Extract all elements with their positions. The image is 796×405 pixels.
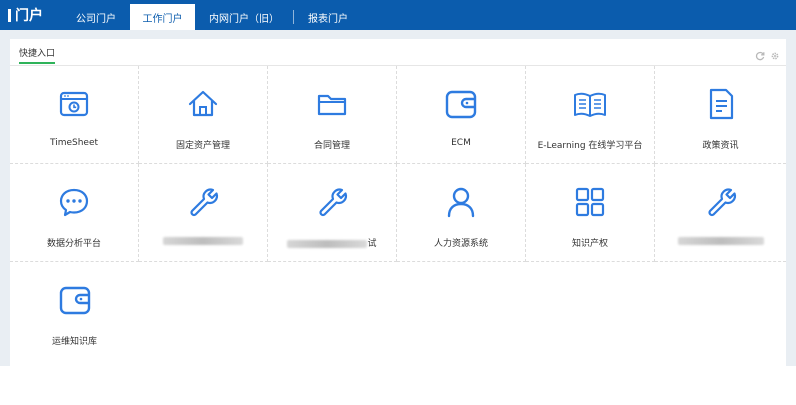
shortcut-ops-knowledge-base[interactable]: 运维知识库	[10, 262, 139, 360]
tab-intranet-portal[interactable]: 内网门户（旧）	[195, 4, 293, 30]
shortcut-ecm[interactable]: ECM	[397, 66, 526, 164]
shortcut-data-analysis[interactable]: 数据分析平台	[10, 164, 139, 262]
tab-report-portal[interactable]: 报表门户	[294, 4, 362, 30]
shortcut-label: 政策资讯	[702, 141, 739, 151]
tab-company-portal[interactable]: 公司门户	[62, 4, 130, 30]
shortcut-label: ECM	[451, 138, 471, 148]
grid-icon	[575, 187, 605, 217]
redacted-text	[163, 236, 243, 245]
shortcut-redacted-3[interactable]	[655, 164, 786, 262]
wrench-icon	[707, 188, 736, 217]
brand-logo[interactable]: 门户	[8, 6, 43, 24]
card-header: 快捷入口	[10, 39, 786, 66]
shortcut-label: 固定资产管理	[175, 141, 230, 151]
quick-entry-card: 快捷入口 TimeSheet 固定资产管理 合同管理 ECM E-Learnin…	[10, 39, 786, 366]
redacted-text	[677, 236, 764, 245]
timesheet-icon	[59, 91, 89, 117]
user-icon	[447, 187, 475, 218]
shortcut-policy-news[interactable]: 政策资讯	[655, 66, 786, 164]
shortcut-label: 知识产权	[571, 239, 608, 249]
wallet-icon	[59, 286, 90, 315]
shortcut-intellectual-property[interactable]: 知识产权	[526, 164, 655, 262]
page-footer	[0, 366, 796, 405]
shortcut-e-learning[interactable]: E-Learning 在线学习平台	[526, 66, 655, 164]
top-navbar: 门户 公司门户 工作门户 内网门户（旧） 报表门户	[0, 0, 796, 30]
refresh-icon[interactable]	[755, 46, 765, 61]
wrench-icon	[190, 188, 219, 217]
shortcut-label: 人力资源系统	[433, 239, 488, 249]
shortcut-hr-system[interactable]: 人力资源系统	[397, 164, 526, 262]
shortcut-label: 运维知识库	[51, 337, 97, 347]
shortcut-label: 合同管理	[313, 141, 350, 151]
home-icon	[188, 90, 218, 117]
shortcut-label: E-Learning 在线学习平台	[537, 141, 643, 151]
shortcut-timesheet[interactable]: TimeSheet	[10, 66, 139, 164]
book-icon	[574, 92, 606, 117]
shortcut-redacted-1[interactable]	[139, 164, 268, 262]
card-tools	[755, 46, 780, 61]
brand-text: 门户	[15, 8, 43, 24]
document-icon	[709, 88, 733, 120]
shortcut-label: 试	[268, 236, 396, 249]
gear-icon[interactable]	[770, 46, 780, 60]
brand-bar-icon	[8, 8, 11, 22]
card-title: 快捷入口	[19, 46, 56, 64]
shortcut-label: 数据分析平台	[46, 239, 101, 249]
chat-icon	[59, 188, 89, 217]
redacted-text	[287, 239, 368, 248]
portal-tabs: 公司门户 工作门户 内网门户（旧） 报表门户	[62, 4, 362, 30]
wallet-icon	[445, 90, 477, 119]
shortcut-redacted-2[interactable]: 试	[268, 164, 397, 262]
shortcut-grid: TimeSheet 固定资产管理 合同管理 ECM E-Learning 在线学…	[10, 66, 786, 366]
shortcut-fixed-assets[interactable]: 固定资产管理	[139, 66, 268, 164]
folder-icon	[317, 94, 347, 116]
wrench-icon	[319, 188, 348, 217]
shortcut-label	[655, 236, 786, 246]
tab-work-portal[interactable]: 工作门户	[130, 4, 195, 30]
shortcut-label	[139, 236, 267, 246]
shortcut-contract-management[interactable]: 合同管理	[268, 66, 397, 164]
shortcut-label: TimeSheet	[49, 138, 99, 148]
